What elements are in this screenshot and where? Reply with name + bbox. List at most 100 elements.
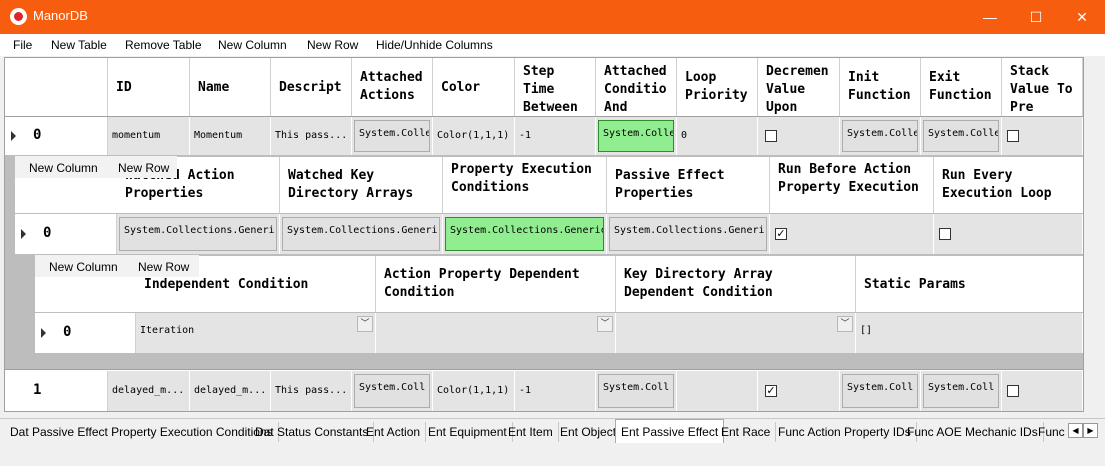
- cell-attached-conditions: System.Coll: [596, 371, 677, 411]
- minimize-button[interactable]: —: [967, 0, 1013, 34]
- chevron-down-icon[interactable]: ﹀: [357, 316, 373, 332]
- chevron-down-icon[interactable]: ﹀: [597, 316, 613, 332]
- col-header-decrement-value[interactable]: Decremen Value Upon: [758, 58, 840, 116]
- decrement-checkbox[interactable]: ✓: [765, 385, 777, 397]
- subsub-col-header-action-property-dependent[interactable]: Action Property Dependent Condition: [376, 256, 616, 312]
- run-before-checkbox[interactable]: ✓: [775, 228, 787, 240]
- tab-func[interactable]: Func: [1033, 422, 1070, 442]
- tab-ent-object[interactable]: Ent Object: [555, 422, 623, 442]
- cell-name[interactable]: delayed_m...: [190, 371, 271, 411]
- cell-id[interactable]: momentum: [108, 117, 190, 155]
- col-header-description[interactable]: Descript: [271, 58, 352, 116]
- property-execution-conditions-button[interactable]: System.Collections.Generic: [445, 217, 604, 251]
- col-header-color[interactable]: Color: [433, 58, 515, 116]
- attached-conditions-button[interactable]: System.Coll: [598, 374, 674, 408]
- col-header-init-function[interactable]: Init Function: [840, 58, 921, 116]
- main-grid[interactable]: ID Name Descript Attached Actions Color …: [4, 57, 1084, 412]
- sub-col-header-property-execution-conditions[interactable]: Property Execution Conditions: [443, 157, 607, 213]
- cell-step-time[interactable]: -1: [515, 117, 596, 155]
- maximize-button[interactable]: ☐: [1013, 0, 1059, 34]
- cell-id[interactable]: delayed_m...: [108, 371, 190, 411]
- subsub-cell-independent-condition[interactable]: Iteration ﹀: [136, 313, 376, 353]
- exit-function-button[interactable]: System.Colle: [923, 120, 999, 152]
- sub-cell-passive-effect-properties: System.Collections.Generi: [607, 214, 770, 254]
- stack-value-checkbox[interactable]: [1007, 385, 1019, 397]
- menu-file[interactable]: File: [13, 38, 32, 52]
- cell-name[interactable]: Momentum: [190, 117, 271, 155]
- sub-col-header-watched-key-directory-arrays[interactable]: Watched Key Directory Arrays: [280, 157, 443, 213]
- col-header-attached-conditions[interactable]: Attached Conditio And: [596, 58, 677, 116]
- col-header-attached-actions[interactable]: Attached Actions: [352, 58, 433, 116]
- attached-conditions-button[interactable]: System.Colle: [598, 120, 674, 152]
- subsub-col-header-static-params[interactable]: Static Params: [856, 256, 1083, 312]
- cell-loop-priority[interactable]: [677, 371, 758, 411]
- tab-dat-status-constants[interactable]: Dat Status Constants: [250, 422, 375, 442]
- passive-effect-properties-button[interactable]: System.Collections.Generi: [609, 217, 767, 251]
- tab-func-aoe-mechanic-ids[interactable]: Func AOE Mechanic IDs: [902, 422, 1044, 442]
- sub-cell-property-execution-conditions: System.Collections.Generic: [443, 214, 607, 254]
- tab-ent-item[interactable]: Ent Item: [503, 422, 559, 442]
- tab-ent-action[interactable]: Ent Action: [361, 422, 427, 442]
- decrement-checkbox[interactable]: [765, 130, 777, 142]
- tab-ent-equipment[interactable]: Ent Equipment: [423, 422, 513, 442]
- row-selector-arrow-icon: [11, 131, 16, 141]
- exit-function-button[interactable]: System.Coll: [923, 374, 999, 408]
- subsub-row-header-0[interactable]: 0: [35, 313, 136, 353]
- chevron-down-icon[interactable]: ﹀: [837, 316, 853, 332]
- stack-value-checkbox[interactable]: [1007, 130, 1019, 142]
- cell-color[interactable]: Color(1,1,1): [433, 117, 515, 155]
- sub-col-header-passive-effect-properties[interactable]: Passive Effect Properties: [607, 157, 770, 213]
- sub-col-header-run-every[interactable]: Run Every Execution Loop: [934, 157, 1083, 213]
- row-index: 1: [33, 382, 42, 398]
- col-header-loop-priority[interactable]: Loop Priority: [677, 58, 758, 116]
- subsub-cell-static-params[interactable]: []: [856, 313, 1083, 353]
- popup-new-row[interactable]: New Row: [138, 260, 189, 274]
- cell-loop-priority[interactable]: 0: [677, 117, 758, 155]
- close-button[interactable]: ✕: [1059, 0, 1105, 34]
- col-header-exit-function[interactable]: Exit Function: [921, 58, 1002, 116]
- init-function-button[interactable]: System.Coll: [842, 374, 918, 408]
- popup-new-row[interactable]: New Row: [118, 161, 169, 175]
- menu-new-row[interactable]: New Row: [307, 38, 358, 52]
- row-header-1[interactable]: 1: [5, 371, 108, 411]
- cell-decrement-value: [758, 117, 840, 155]
- sub-cell-run-before: ✓: [770, 214, 934, 254]
- cell-color[interactable]: Color(1,1,1): [433, 371, 515, 411]
- menu-new-table[interactable]: New Table: [51, 38, 107, 52]
- sub-col-header-run-before[interactable]: Run Before Action Property Execution: [770, 157, 934, 213]
- attached-actions-button[interactable]: System.Coll: [354, 374, 430, 408]
- popup-new-column[interactable]: New Column: [49, 260, 118, 274]
- menu-hide-unhide-columns[interactable]: Hide/Unhide Columns: [376, 38, 493, 52]
- menu-new-column[interactable]: New Column: [218, 38, 287, 52]
- run-every-checkbox[interactable]: [939, 228, 951, 240]
- subsub-col-header-key-directory-dependent[interactable]: Key Directory Array Dependent Condition: [616, 256, 856, 312]
- cell-description[interactable]: This pass...: [271, 371, 352, 411]
- tab-scroll-right-icon[interactable]: ▶: [1083, 423, 1098, 438]
- sub-row-header-0[interactable]: 0: [15, 214, 117, 254]
- row-header-0[interactable]: 0: [5, 117, 108, 155]
- popup-new-column[interactable]: New Column: [29, 161, 98, 175]
- subsub-cell-key-directory-dependent[interactable]: ﹀: [616, 313, 856, 353]
- vertical-scrollbar[interactable]: [1084, 57, 1101, 412]
- col-header-stack-value[interactable]: Stack Value To Pre: [1002, 58, 1083, 116]
- tab-ent-race[interactable]: Ent Race: [716, 422, 777, 442]
- cell-description[interactable]: This pass...: [271, 117, 352, 155]
- row-index: 0: [43, 225, 52, 241]
- init-function-button[interactable]: System.Colle: [842, 120, 918, 152]
- tab-dat-passive-effect-property-execution-conditions[interactable]: Dat Passive Effect Property Execution Co…: [5, 422, 279, 442]
- cell-step-time[interactable]: -1: [515, 371, 596, 411]
- menu-remove-table[interactable]: Remove Table: [125, 38, 202, 52]
- col-header-id[interactable]: ID: [108, 58, 190, 116]
- subsub-cell-action-property-dependent[interactable]: ﹀: [376, 313, 616, 353]
- col-header-name[interactable]: Name: [190, 58, 271, 116]
- col-header-step-time[interactable]: Step Time Between: [515, 58, 596, 116]
- cell-attached-actions: System.Colle: [352, 117, 433, 155]
- sub-cell-run-every: [934, 214, 1083, 254]
- tab-scroll-left-icon[interactable]: ◀: [1068, 423, 1083, 438]
- independent-condition-value: Iteration: [140, 325, 195, 336]
- watched-action-properties-button[interactable]: System.Collections.Generi: [119, 217, 277, 251]
- watched-key-directory-arrays-button[interactable]: System.Collections.Generi: [282, 217, 440, 251]
- tab-func-action-property-ids[interactable]: Func Action Property IDs: [773, 422, 917, 442]
- tab-ent-passive-effect[interactable]: Ent Passive Effect: [615, 419, 725, 443]
- attached-actions-button[interactable]: System.Colle: [354, 120, 430, 152]
